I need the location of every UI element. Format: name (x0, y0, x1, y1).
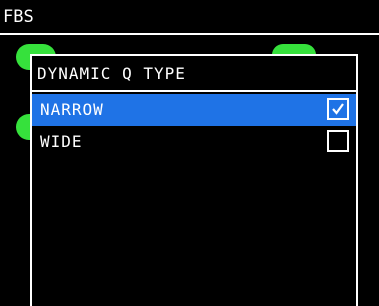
option-narrow[interactable]: NARROW (32, 94, 356, 126)
check-mark-icon (332, 103, 344, 115)
fbs-screen: FBS DYNAMIC Q TYPE NARROW WIDE (0, 0, 379, 306)
option-checkbox[interactable] (327, 98, 349, 120)
dynamic-q-type-dialog: DYNAMIC Q TYPE NARROW WIDE (30, 54, 358, 306)
page-title: FBS (3, 7, 34, 27)
dialog-title: DYNAMIC Q TYPE (37, 64, 186, 83)
title-bar: FBS (0, 0, 379, 35)
option-label: WIDE (40, 132, 83, 151)
dialog-header: DYNAMIC Q TYPE (32, 56, 356, 92)
option-label: NARROW (40, 100, 104, 119)
option-checkbox[interactable] (327, 130, 349, 152)
option-wide[interactable]: WIDE (32, 126, 356, 158)
